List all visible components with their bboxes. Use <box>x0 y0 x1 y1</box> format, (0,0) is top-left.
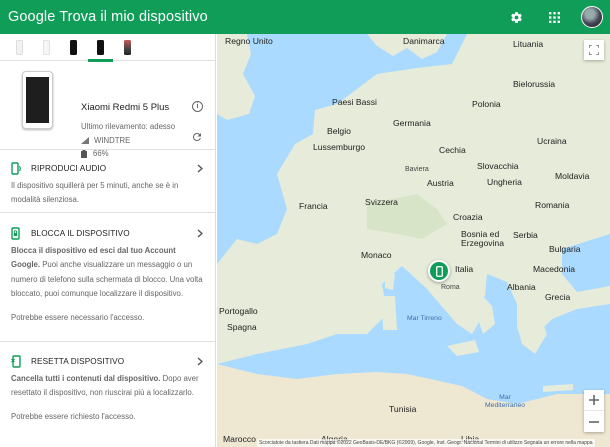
map-land <box>217 34 610 447</box>
play-sound-section[interactable]: RIPRODUCI AUDIO Il dispositivo squillerà… <box>0 150 215 213</box>
map-label-svizzera: Svizzera <box>365 197 398 207</box>
minus-icon <box>589 420 599 423</box>
phone-icon <box>16 39 23 55</box>
chevron-right-icon <box>197 229 203 238</box>
map-label-slovacchia: Slovacchia <box>477 161 519 171</box>
phone-erase-icon <box>11 354 21 368</box>
map-label-belgio: Belgio <box>327 126 351 136</box>
map-label-italia: Italia <box>455 264 474 274</box>
map-label-cechia: Cechia <box>439 145 466 155</box>
network-status: WINDTRE <box>81 136 130 145</box>
device-location-pin[interactable] <box>428 260 450 282</box>
map-label-austria: Austria <box>427 178 454 188</box>
last-seen: Ultimo rilevamento: adesso <box>81 122 176 131</box>
map-label-tunisia: Tunisia <box>389 404 417 414</box>
device-tab-4[interactable] <box>87 34 114 62</box>
device-panel: Xiaomi Redmi 5 Plus Ultimo rilevamento: … <box>0 34 216 447</box>
play-sound-label: RIPRODUCI AUDIO <box>31 163 107 173</box>
map-label-portogallo: Portogallo <box>219 306 258 316</box>
phone-icon <box>435 265 443 277</box>
map-label-bielorussia: Bielorussia <box>513 79 556 89</box>
chevron-right-icon <box>197 357 203 366</box>
phone-icon <box>43 39 50 55</box>
map-label-spagna: Spagna <box>227 322 257 332</box>
map-label-lituania: Lituania <box>513 39 544 49</box>
reset-device-section[interactable]: RESETTA DISPOSITIVO Cancella tutti i con… <box>0 342 215 447</box>
phone-lock-icon <box>11 226 20 240</box>
zoom-out-button[interactable] <box>584 411 604 432</box>
zoom-controls <box>584 390 604 432</box>
device-name: Xiaomi Redmi 5 Plus <box>81 102 170 113</box>
device-tab-2[interactable] <box>33 34 60 61</box>
map-label-serbia: Serbia <box>513 230 538 240</box>
map-label-croazia: Croazia <box>453 212 483 222</box>
device-tab-1[interactable] <box>6 34 33 61</box>
refresh-icon[interactable] <box>191 131 203 143</box>
map-label-bulgaria: Bulgaria <box>549 244 581 254</box>
map-attribution[interactable]: Scorciatoie da tastiera Dati mappa ©2022… <box>257 439 595 447</box>
lock-device-note: Potrebbe essere necessario l'accesso. <box>11 312 145 322</box>
phone-ring-icon <box>11 161 21 175</box>
device-tab-3[interactable] <box>60 34 87 61</box>
device-info: Xiaomi Redmi 5 Plus Ultimo rilevamento: … <box>0 61 215 158</box>
map-label-roma: Roma <box>441 284 460 291</box>
app-header: Google Trova il mio dispositivo <box>0 0 610 34</box>
map-label-mar-mediterraneo: Mar Mediterraneo <box>485 394 526 409</box>
map-label-ucraina: Ucraina <box>537 136 567 146</box>
reset-device-description: Cancella tutti i contenuti dal dispositi… <box>11 374 199 398</box>
zoom-in-button[interactable] <box>584 390 604 411</box>
signal-icon <box>81 137 89 144</box>
map-label-regno-unito: Regno Unito <box>225 36 273 46</box>
chevron-right-icon <box>197 164 203 173</box>
play-sound-description: Il dispositivo squillerà per 5 minuti, a… <box>11 181 179 205</box>
map-label-polonia: Polonia <box>472 99 501 109</box>
phone-icon <box>97 39 104 55</box>
map[interactable]: Regno Unito Danimarca Lituania Bieloruss… <box>217 34 610 447</box>
phone-icon <box>70 39 77 55</box>
map-label-grecia: Grecia <box>545 292 571 302</box>
reset-device-label: RESETTA DISPOSITIVO <box>31 356 125 366</box>
app-title: Google Trova il mio dispositivo <box>8 9 208 25</box>
map-label-ungheria: Ungheria <box>487 177 522 187</box>
fullscreen-icon <box>589 45 599 55</box>
info-icon[interactable]: i <box>192 101 203 112</box>
plus-icon <box>589 395 599 405</box>
map-label-paesi-bassi: Paesi Bassi <box>332 97 377 107</box>
lock-device-label: BLOCCA IL DISPOSITIVO <box>31 228 130 238</box>
map-label-albania: Albania <box>507 282 536 292</box>
settings-gear-icon[interactable] <box>504 5 528 29</box>
lock-device-description: Blocca il dispositivo ed esci dal tuo Ac… <box>11 246 203 299</box>
map-label-danimarca: Danimarca <box>403 36 445 46</box>
map-label-romania: Romania <box>535 200 570 210</box>
apps-grid-icon[interactable] <box>542 5 566 29</box>
lock-device-section[interactable]: BLOCCA IL DISPOSITIVO Blocca il disposit… <box>0 213 215 342</box>
map-label-francia: Francia <box>299 201 328 211</box>
map-label-moldavia: Moldavia <box>555 171 590 181</box>
map-label-lussemburgo: Lussemburgo <box>313 142 366 152</box>
fullscreen-button[interactable] <box>584 40 604 60</box>
map-label-baviera: Baviera <box>405 166 429 173</box>
account-avatar[interactable] <box>580 5 604 29</box>
map-label-marocco: Marocco <box>223 434 256 444</box>
map-label-germania: Germania <box>393 118 431 128</box>
device-image <box>22 71 53 129</box>
reset-device-note: Potrebbe essere richiesto l'accesso. <box>11 411 136 421</box>
device-tab-5[interactable] <box>114 34 141 61</box>
map-label-mar-tirreno: Mar Tirreno <box>407 315 442 322</box>
device-tabs <box>0 34 215 62</box>
avatar[interactable] <box>581 6 603 28</box>
phone-icon <box>124 39 131 55</box>
map-label-macedonia: Macedonia <box>533 264 576 274</box>
map-label-monaco: Monaco <box>361 250 392 260</box>
